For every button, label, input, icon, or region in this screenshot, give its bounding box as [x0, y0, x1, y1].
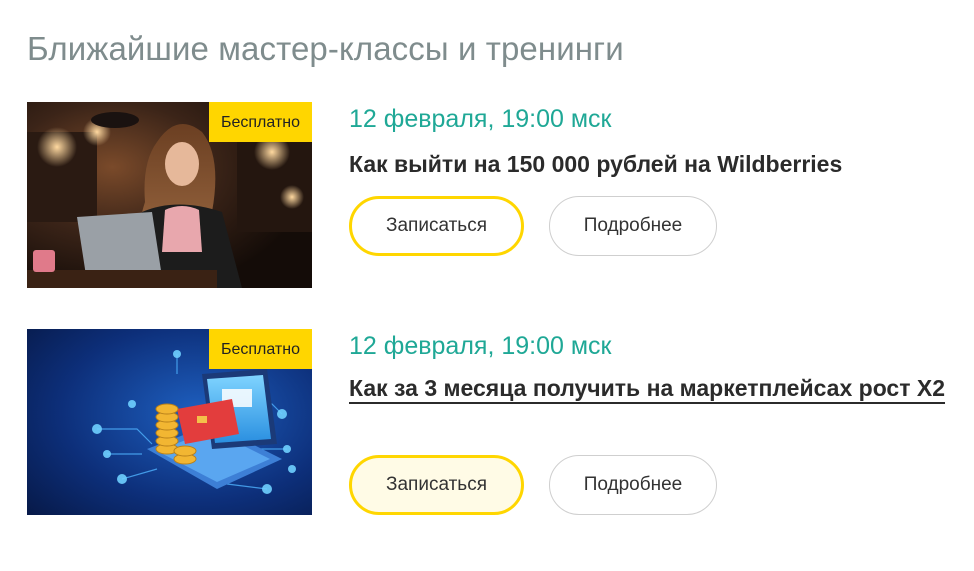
event-actions: Записаться Подробнее	[349, 196, 717, 256]
free-badge: Бесплатно	[208, 329, 312, 369]
page: Ближайшие мастер-классы и тренинги Беспл…	[0, 0, 974, 571]
event-actions: Записаться Подробнее	[349, 455, 717, 515]
event-title[interactable]: Как выйти на 150 000 рублей на Wildberri…	[349, 149, 949, 180]
details-button[interactable]: Подробнее	[549, 455, 717, 515]
details-button[interactable]: Подробнее	[549, 196, 717, 256]
event-title[interactable]: Как за 3 месяца получить на маркетплейса…	[349, 373, 945, 404]
event-image[interactable]: Бесплатно	[27, 329, 312, 515]
register-button[interactable]: Записаться	[349, 455, 524, 515]
event-date: 12 февраля, 19:00 мск	[349, 332, 612, 360]
event-date: 12 февраля, 19:00 мск	[349, 105, 612, 133]
register-button[interactable]: Записаться	[349, 196, 524, 256]
section-title: Ближайшие мастер-классы и тренинги	[27, 30, 624, 67]
event-title-text[interactable]: Как выйти на 150 000 рублей на Wildberri…	[349, 151, 842, 177]
event-info: 12 февраля, 19:00 мск Как за 3 месяца по…	[349, 329, 949, 404]
free-badge: Бесплатно	[208, 102, 312, 142]
event-image[interactable]: Бесплатно	[27, 102, 312, 288]
event-title-link[interactable]: Как за 3 месяца получить на маркетплейса…	[349, 375, 945, 401]
event-info: 12 февраля, 19:00 мск Как выйти на 150 0…	[349, 102, 949, 180]
